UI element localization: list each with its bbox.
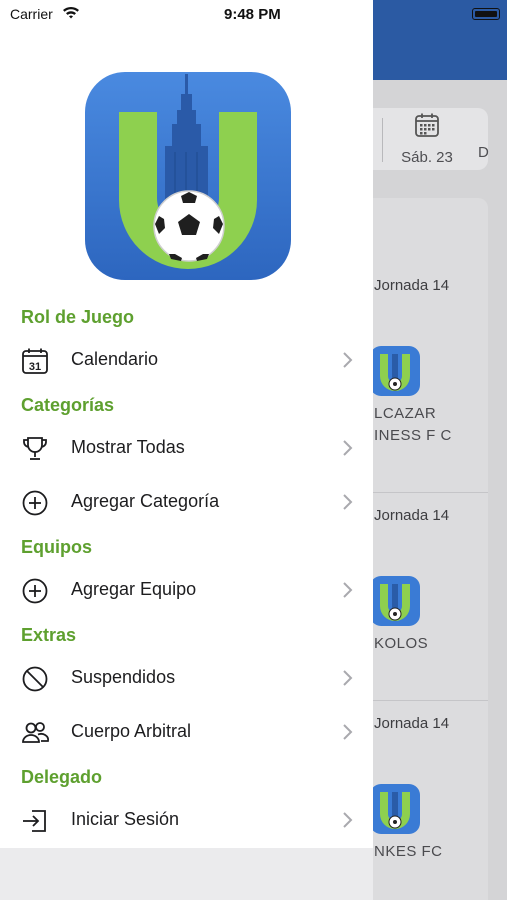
section-title-delegado: Delegado [21,767,103,787]
menu-item-label: Suspendidos [71,667,176,687]
menu-item-calendario[interactable]: 31 Calendario [0,338,373,382]
login-icon [23,810,46,832]
team-name: LCAZAR INESS F C [374,403,452,447]
add-circle-icon [22,490,48,516]
calendar-icon: 31 [22,348,48,374]
menu-item-label: Mostrar Todas [71,437,185,457]
menu-item-suspendidos[interactable]: Suspendidos [0,656,373,700]
section-title-categorias: Categorías [21,395,115,415]
people-icon [22,722,49,743]
section-title-equipos: Equipos [21,537,92,557]
date-label: Sáb. 23 [401,149,453,166]
date-next-label: D [478,144,489,161]
menu-item-iniciar-sesion[interactable]: Iniciar Sesión [0,798,373,842]
chevron-right-icon [343,724,353,740]
match-round: Jornada 14 [374,715,450,732]
date-item[interactable]: Sáb. 23 [396,112,458,166]
team-name-line: NKES FC [374,843,443,860]
chevron-right-icon [343,494,353,510]
section-title-extras: Extras [21,625,77,645]
trophy-icon [23,437,47,460]
match-round: Jornada 14 [374,277,450,294]
team-logo [370,784,420,834]
wifi-icon [63,6,79,19]
team-logo [370,576,420,626]
status-bar: Carrier 9:48 PM [0,0,373,30]
team-name: KOLOS [374,633,428,655]
date-divider [382,118,383,162]
team-name-line: KOLOS [374,635,429,652]
chevron-right-icon [343,670,353,686]
drawer-footer [0,848,373,900]
menu-item-agregar-equipo[interactable]: Agregar Equipo [0,568,373,612]
team-name-line: LCAZAR [374,405,437,422]
calendar-icon [415,113,439,137]
section-title-rol-de-juego: Rol de Juego [21,307,135,327]
team-name-line: INESS F C [374,427,452,444]
menu-item-label: Agregar Categoría [71,491,220,511]
menu-item-mostrar-todas[interactable]: Mostrar Todas [0,426,373,470]
side-drawer: Rol de Juego 31 Calendario Categorías Mo… [0,0,373,900]
menu-item-label: Agregar Equipo [71,579,197,599]
menu-item-label: Iniciar Sesión [71,809,180,829]
menu-item-cuerpo-arbitral[interactable]: Cuerpo Arbitral [0,710,373,754]
battery-icon [472,8,500,20]
menu-item-label: Calendario [71,349,159,369]
carrier-label: Carrier [10,6,53,22]
team-name: NKES FC [374,841,443,863]
chevron-right-icon [343,440,353,456]
app-logo [85,72,291,280]
chevron-right-icon [343,812,353,828]
chevron-right-icon [343,582,353,598]
clock: 9:48 PM [224,6,281,23]
prohibited-icon [22,666,48,692]
match-round: Jornada 14 [374,507,450,524]
add-circle-icon [22,578,48,604]
svg-text:31: 31 [29,361,41,373]
team-logo [370,346,420,396]
menu-item-label: Cuerpo Arbitral [71,721,192,741]
chevron-right-icon [343,352,353,368]
menu-item-agregar-categoria[interactable]: Agregar Categoría [0,480,373,524]
